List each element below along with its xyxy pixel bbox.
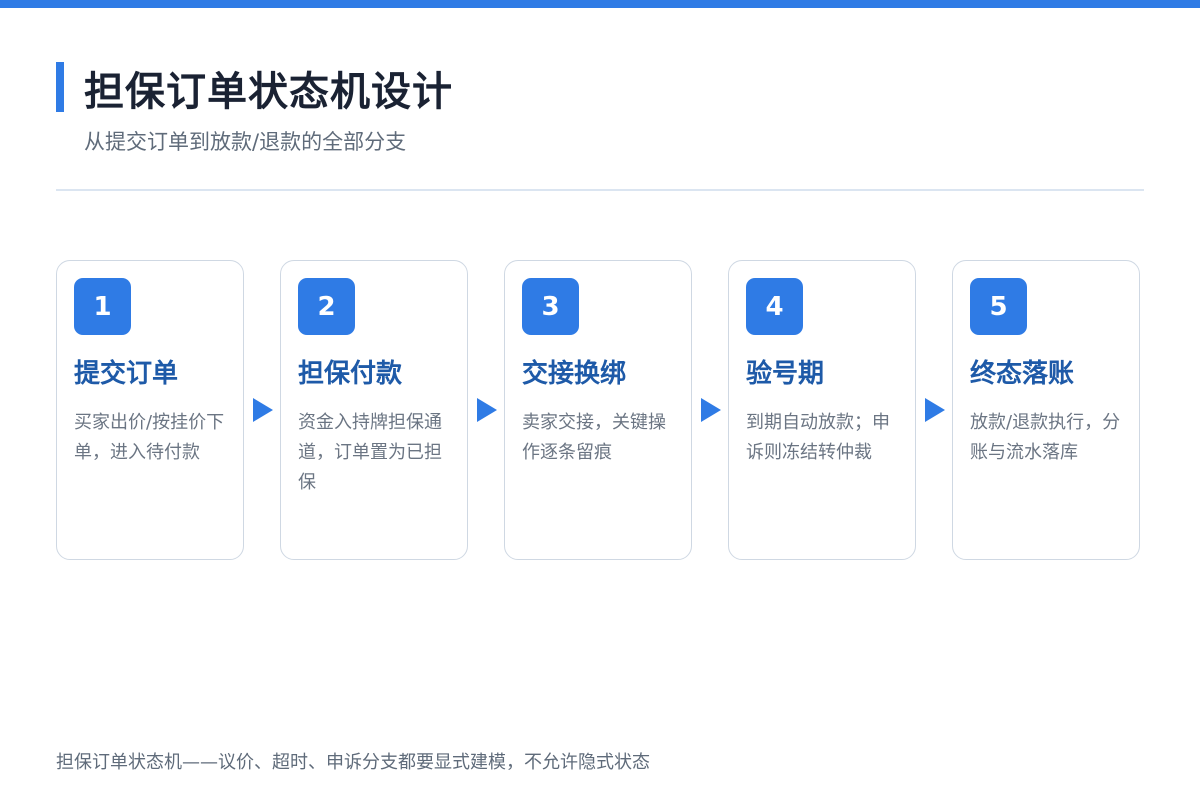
step-title: 担保付款 (298, 359, 403, 389)
flow-arrow-icon (925, 398, 945, 422)
step-description: 资金入持牌担保通道，订单置为已担保 (298, 412, 442, 493)
step-title: 交接换绑 (522, 359, 627, 389)
step-description: 放款/退款执行，分账与流水落库 (970, 412, 1121, 463)
step-card-3: 3 交接换绑 卖家交接，关键操作逐条留痕 (504, 260, 692, 560)
step-title: 提交订单 (74, 359, 179, 389)
flow-arrow-icon (701, 398, 721, 422)
step-number-badge: 3 (522, 278, 579, 335)
step-card-5: 5 终态落账 放款/退款执行，分账与流水落库 (952, 260, 1140, 560)
step-description: 到期自动放款；申诉则冻结转仲裁 (746, 412, 890, 463)
step-number-badge: 5 (970, 278, 1027, 335)
flow-arrow-icon (253, 398, 273, 422)
page-title: 担保订单状态机设计 (84, 69, 453, 115)
top-accent-bar (0, 0, 1200, 8)
step-description: 买家出价/按挂价下单，进入待付款 (74, 412, 225, 463)
state-flow: 1 提交订单 买家出价/按挂价下单，进入待付款 2 担保付款 资金入持牌担保通道… (56, 260, 1144, 560)
step-card-2: 2 担保付款 资金入持牌担保通道，订单置为已担保 (280, 260, 468, 560)
page-subtitle: 从提交订单到放款/退款的全部分支 (84, 130, 407, 154)
step-card-4: 4 验号期 到期自动放款；申诉则冻结转仲裁 (728, 260, 916, 560)
step-title: 终态落账 (970, 359, 1075, 389)
step-number-badge: 1 (74, 278, 131, 335)
title-accent-bar (56, 62, 64, 112)
step-description: 卖家交接，关键操作逐条留痕 (522, 412, 666, 463)
flow-arrow-icon (477, 398, 497, 422)
step-number-badge: 2 (298, 278, 355, 335)
step-title: 验号期 (746, 359, 825, 389)
footer-note: 担保订单状态机——议价、超时、申诉分支都要显式建模，不允许隐式状态 (56, 752, 650, 773)
step-number-badge: 4 (746, 278, 803, 335)
header-divider (56, 189, 1144, 191)
step-card-1: 1 提交订单 买家出价/按挂价下单，进入待付款 (56, 260, 244, 560)
